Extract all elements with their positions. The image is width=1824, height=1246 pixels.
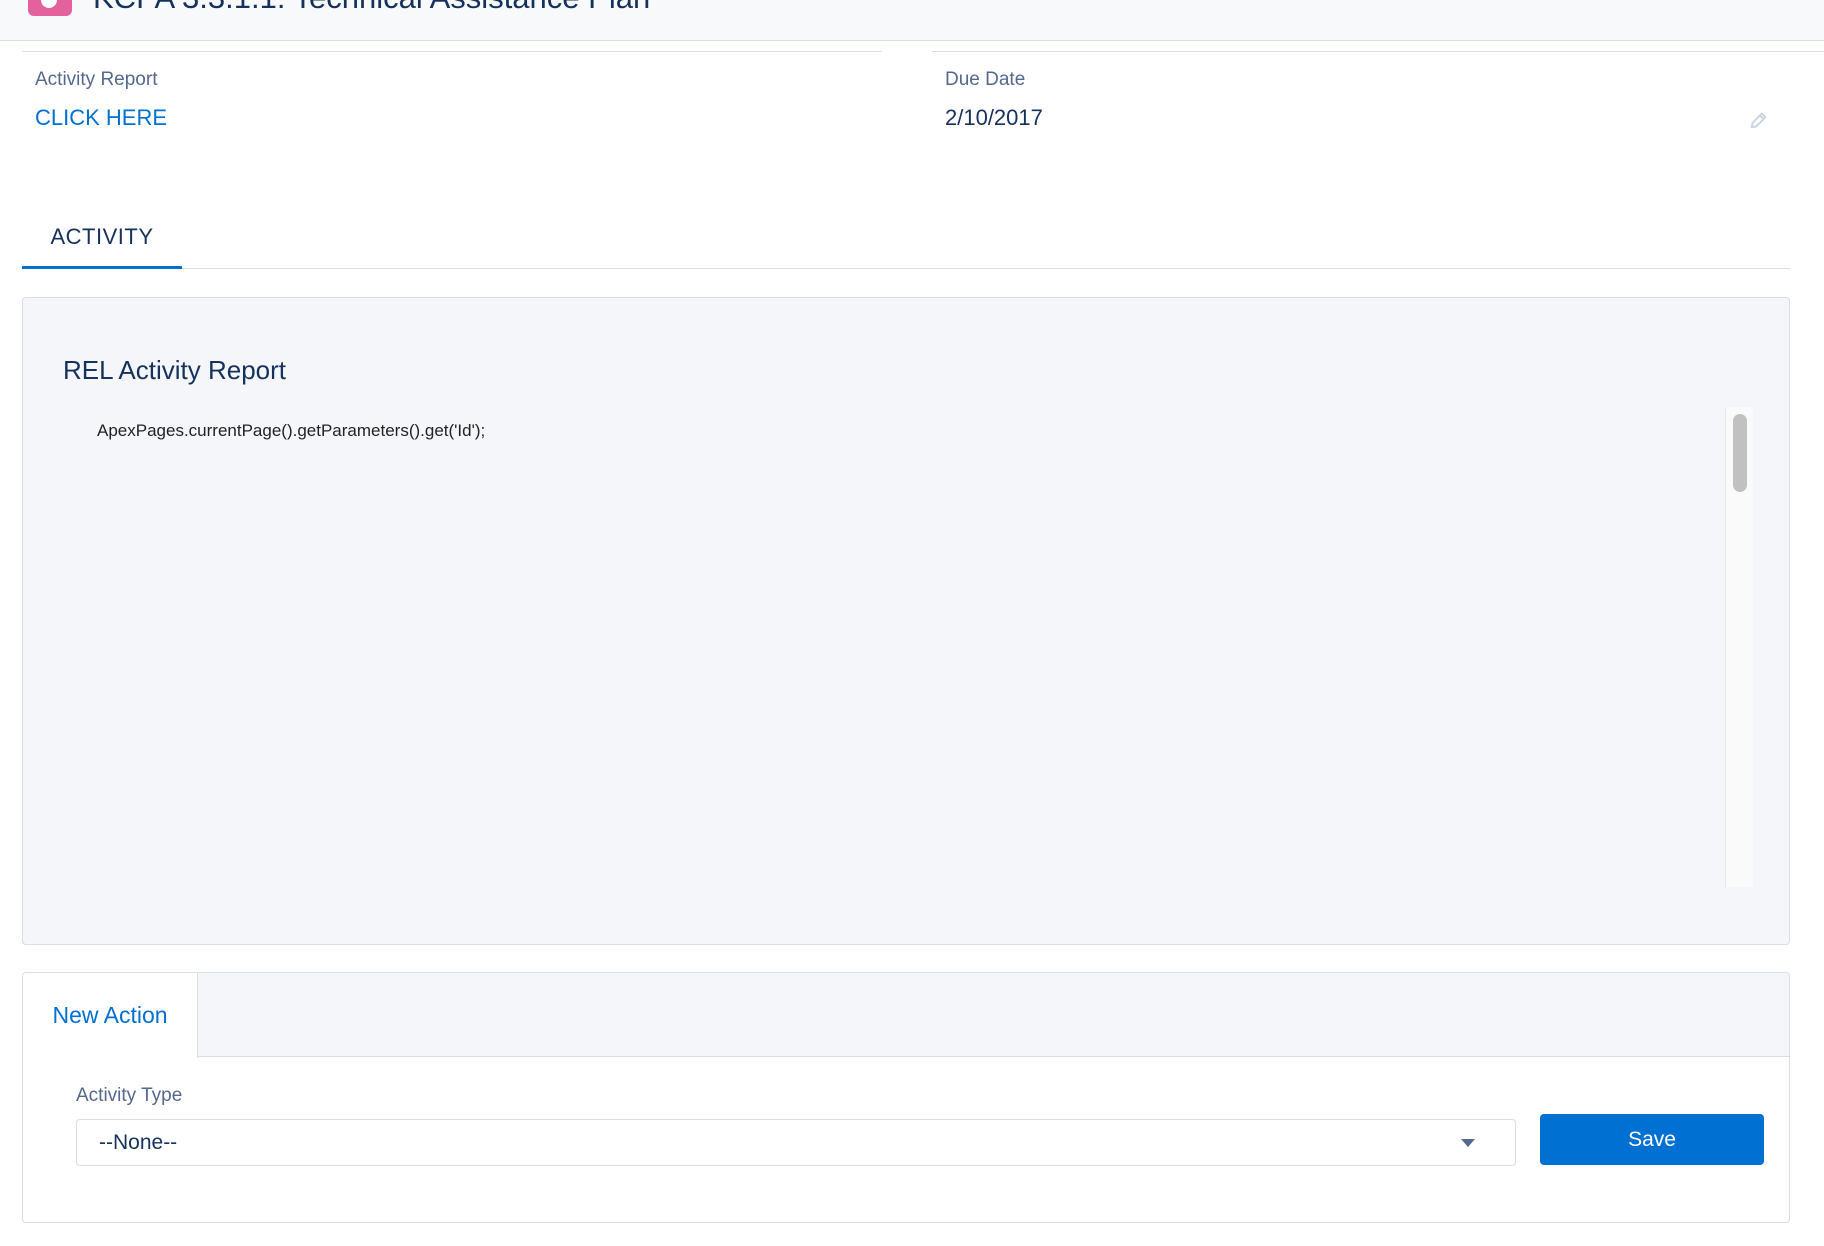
due-date-value: 2/10/2017 xyxy=(945,105,1043,130)
tab-new-action[interactable]: New Action xyxy=(23,973,198,1058)
new-action-panel: New Action Activity Type --None-- Save xyxy=(22,972,1790,1223)
report-title: REL Activity Report xyxy=(63,355,287,385)
action-tab-bar: New Action xyxy=(23,973,1789,1058)
report-panel: REL Activity Report ApexPages.currentPag… xyxy=(22,297,1790,945)
scroll-thumb[interactable] xyxy=(1733,414,1747,492)
activity-type-select[interactable]: --None-- xyxy=(76,1119,1516,1166)
activity-type-value: --None-- xyxy=(99,1130,178,1154)
due-date-field: Due Date 2/10/2017 xyxy=(932,51,1824,141)
activity-type-label: Activity Type xyxy=(76,1085,183,1106)
tab-bar: ACTIVITY xyxy=(22,212,1790,269)
activity-report-label: Activity Report xyxy=(35,69,158,90)
report-frame: ApexPages.currentPage().getParameters().… xyxy=(63,407,1753,887)
report-scrollbar[interactable] xyxy=(1725,407,1753,887)
activity-report-field: Activity Report CLICK HERE xyxy=(22,51,882,141)
page-title: KCPA 3.3.1.1: Technical Assistance Plan xyxy=(93,0,650,16)
record-icon xyxy=(28,0,72,16)
save-button[interactable]: Save xyxy=(1540,1114,1764,1165)
activity-report-link[interactable]: CLICK HERE xyxy=(35,105,167,131)
report-content: ApexPages.currentPage().getParameters().… xyxy=(97,421,486,440)
tab-activity[interactable]: ACTIVITY xyxy=(22,212,182,269)
page-header: KCPA 3.3.1.1: Technical Assistance Plan xyxy=(0,0,1824,41)
chevron-down-icon xyxy=(1461,1139,1475,1147)
pencil-icon[interactable] xyxy=(1748,109,1770,131)
due-date-label: Due Date xyxy=(945,69,1026,90)
